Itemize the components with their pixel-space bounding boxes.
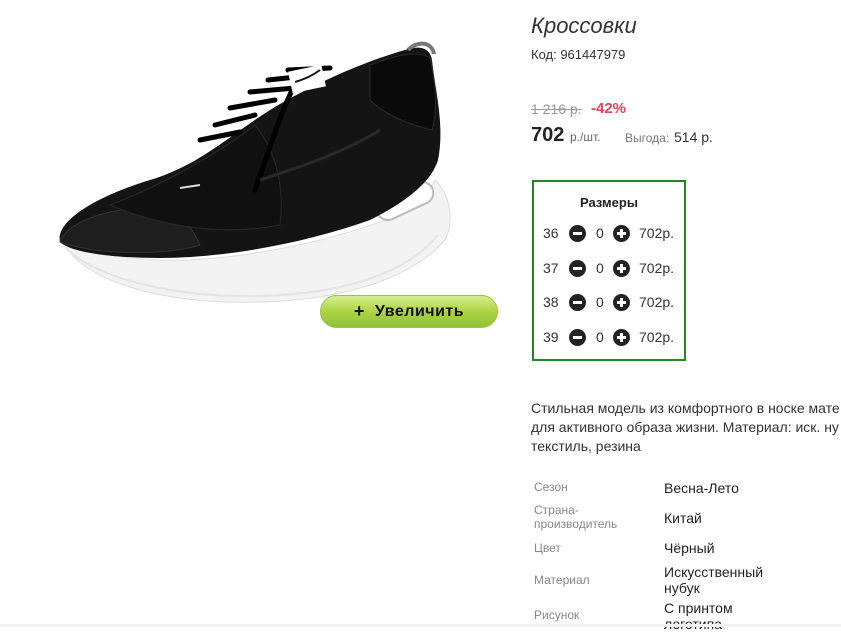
- attribute-label-pattern: Рисунок: [534, 608, 580, 622]
- size-row: 38 0 702р.: [534, 291, 684, 315]
- minus-icon[interactable]: [569, 329, 586, 346]
- product-description: Стильная модель из комфортного в носке м…: [531, 399, 841, 456]
- size-row: 39 0 702р.: [534, 326, 684, 350]
- attribute-label-season: Сезон: [534, 480, 568, 494]
- product-image[interactable]: [40, 30, 480, 330]
- plus-icon: +: [353, 301, 365, 321]
- plus-icon[interactable]: [613, 225, 630, 242]
- discount-badge: -42%: [591, 100, 627, 117]
- old-price: 1 216 р.: [531, 101, 582, 117]
- zoom-button[interactable]: + Увеличить: [320, 295, 498, 328]
- size-selector: Размеры 36 0 702р. 37 0 702р. 38 0 702р.…: [532, 180, 686, 361]
- size-number: 37: [543, 260, 559, 276]
- attribute-value-material: Искусственный нубук: [664, 564, 764, 596]
- size-quantity[interactable]: 0: [596, 294, 604, 310]
- attribute-label-material: Материал: [534, 573, 590, 587]
- size-quantity[interactable]: 0: [596, 260, 604, 276]
- attribute-value-country: Китай: [664, 510, 702, 526]
- size-number: 39: [543, 329, 559, 345]
- price-unit: р./шт.: [570, 130, 601, 144]
- size-price: 702р.: [639, 329, 675, 345]
- plus-icon[interactable]: [613, 329, 630, 346]
- minus-icon[interactable]: [569, 225, 586, 242]
- size-number: 36: [543, 225, 559, 241]
- description-line: Стильная модель из комфортного в носке м…: [531, 400, 840, 416]
- product-code: Код: 961447979: [531, 47, 626, 62]
- attribute-label-country: Страна-производитель: [534, 503, 618, 531]
- benefit-label: Выгода:: [625, 131, 670, 145]
- attribute-value-season: Весна-Лето: [664, 480, 739, 496]
- size-price: 702р.: [639, 225, 675, 241]
- attribute-label-color: Цвет: [534, 541, 561, 555]
- sizes-title: Размеры: [580, 195, 638, 210]
- benefit-value: 514 р.: [674, 129, 713, 145]
- description-line: для активного образа жизни. Материал: ис…: [531, 419, 839, 435]
- size-quantity[interactable]: 0: [596, 329, 604, 345]
- size-row: 36 0 702р.: [534, 222, 684, 246]
- current-price: 702: [531, 124, 565, 146]
- plus-icon[interactable]: [613, 260, 630, 277]
- zoom-label: Увеличить: [374, 302, 465, 320]
- attribute-value-pattern: С принтом логотипа: [664, 600, 733, 632]
- minus-icon[interactable]: [569, 294, 586, 311]
- size-quantity[interactable]: 0: [596, 225, 604, 241]
- size-row: 37 0 702р.: [534, 257, 684, 281]
- attribute-value-color: Чёрный: [664, 540, 715, 556]
- product-title: Кроссовки: [531, 13, 637, 38]
- size-price: 702р.: [639, 260, 675, 276]
- description-line: текстиль, резина: [531, 438, 641, 454]
- size-number: 38: [543, 294, 559, 310]
- minus-icon[interactable]: [569, 260, 586, 277]
- plus-icon[interactable]: [613, 294, 630, 311]
- size-price: 702р.: [639, 294, 675, 310]
